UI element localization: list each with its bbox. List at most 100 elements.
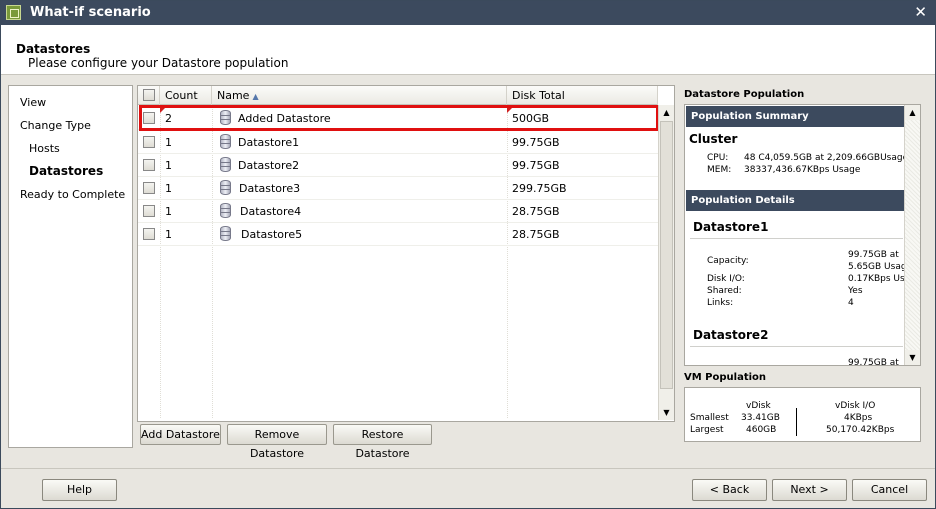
- ds1-capacity-value-2: 5.65GB Usag: [848, 262, 907, 272]
- row-checkbox[interactable]: [143, 228, 155, 240]
- ds1-capacity-label: Capacity:: [707, 256, 749, 266]
- column-divider: [796, 408, 797, 436]
- column-header-disk-total[interactable]: Disk Total: [507, 86, 658, 105]
- ds1-shared-label: Shared:: [707, 286, 742, 296]
- sort-ascending-icon: ▲: [252, 92, 259, 101]
- wizard-steps-nav: View Change Type Hosts Datastores Ready …: [8, 85, 133, 448]
- row-name: Datastore5: [241, 228, 303, 241]
- ds1-diskio-value: 0.17KBps Usa: [848, 274, 911, 284]
- add-datastore-button[interactable]: Add Datastore: [140, 424, 221, 445]
- datastore-table: Count Name ▲ Disk Total 2 Added Datastore…: [137, 85, 675, 422]
- mem-value: 38337,436.67KBps Usage: [744, 165, 861, 175]
- largest-vdisk-io-value: 50,170.42KBps: [826, 425, 895, 435]
- help-button[interactable]: Help: [42, 479, 117, 501]
- next-button[interactable]: Next >: [772, 479, 847, 501]
- row-disk-total: 28.75GB: [512, 228, 560, 241]
- cpu-label: CPU:: [707, 153, 729, 163]
- page-header: Datastores Please configure your Datasto…: [1, 25, 935, 75]
- row-name: Datastore1: [238, 136, 300, 149]
- window-title: What-if scenario: [30, 5, 151, 20]
- datastore-icon: [220, 134, 231, 149]
- row-name: Datastore4: [240, 205, 302, 218]
- page-title: Datastores: [16, 42, 91, 56]
- remove-datastore-button[interactable]: Remove Datastore: [227, 424, 327, 460]
- column-header-name[interactable]: Name ▲: [212, 86, 507, 105]
- title-bar: What-if scenario ✕: [1, 1, 935, 25]
- table-row[interactable]: 1 Datastore5 28.75GB: [138, 223, 658, 246]
- row-count: 1: [165, 136, 172, 149]
- mem-label: MEM:: [707, 165, 732, 175]
- app-icon: [6, 5, 21, 20]
- scroll-down-icon[interactable]: ▼: [659, 405, 674, 420]
- nav-item-ready-to-complete[interactable]: Ready to Complete: [20, 188, 125, 201]
- table-row[interactable]: 1 Datastore4 28.75GB: [138, 200, 658, 223]
- ds2-capacity-value-1: 99.75GB at: [848, 358, 899, 366]
- divider: [690, 346, 903, 347]
- column-header-count[interactable]: Count: [160, 86, 212, 105]
- datastore-icon: [220, 203, 231, 218]
- ds1-links-value: 4: [848, 298, 854, 308]
- datastore-icon: [220, 180, 231, 195]
- vm-population-panel: vDisk vDisk I/O Smallest 33.41GB 4KBps L…: [684, 387, 921, 442]
- close-icon[interactable]: ✕: [914, 3, 927, 21]
- page-subtitle: Please configure your Datastore populati…: [28, 56, 289, 70]
- table-row[interactable]: 1 Datastore2 99.75GB: [138, 154, 658, 177]
- row-count: 1: [165, 159, 172, 172]
- row-checkbox[interactable]: [143, 205, 155, 217]
- smallest-vdisk-io-value: 4KBps: [844, 413, 873, 423]
- cluster-label: Cluster: [689, 132, 738, 146]
- scroll-thumb[interactable]: [660, 121, 673, 389]
- population-summary-header: Population Summary: [686, 106, 905, 127]
- row-disk-total: 99.75GB: [512, 136, 560, 149]
- smallest-vdisk-value: 33.41GB: [741, 413, 780, 423]
- vm-population-title: VM Population: [684, 372, 767, 383]
- row-disk-total: 99.75GB: [512, 159, 560, 172]
- ds1-links-label: Links:: [707, 298, 734, 308]
- row-checkbox[interactable]: [143, 159, 155, 171]
- smallest-label: Smallest: [690, 413, 729, 423]
- back-button[interactable]: < Back: [692, 479, 767, 501]
- vdisk-header: vDisk: [746, 401, 771, 411]
- scroll-up-icon[interactable]: ▲: [659, 105, 674, 120]
- nav-item-view[interactable]: View: [20, 96, 46, 109]
- datastore-population-panel: Population Summary Cluster CPU: 48 C4,05…: [684, 104, 921, 366]
- column-header-name-label: Name: [217, 89, 250, 102]
- datastore-icon: [220, 157, 231, 172]
- row-disk-total: 299.75GB: [512, 182, 567, 195]
- selected-row-highlight: [139, 105, 659, 131]
- row-disk-total: 28.75GB: [512, 205, 560, 218]
- nav-item-change-type[interactable]: Change Type: [20, 119, 91, 132]
- population-scrollbar[interactable]: ▲ ▼: [904, 105, 920, 365]
- population-details-header: Population Details: [686, 190, 905, 211]
- datastore-population-title: Datastore Population: [684, 89, 805, 100]
- row-count: 1: [165, 182, 172, 195]
- largest-label: Largest: [690, 425, 724, 435]
- footer-divider: [1, 468, 935, 469]
- table-row[interactable]: 1 Datastore1 99.75GB: [138, 131, 658, 154]
- cancel-button[interactable]: Cancel: [852, 479, 927, 501]
- row-name: Datastore3: [239, 182, 301, 195]
- nav-item-hosts[interactable]: Hosts: [29, 142, 60, 155]
- nav-item-datastores[interactable]: Datastores: [29, 164, 103, 178]
- scroll-up-icon[interactable]: ▲: [905, 105, 920, 120]
- table-header: Count Name ▲ Disk Total: [138, 86, 658, 105]
- restore-datastore-button[interactable]: Restore Datastore: [333, 424, 432, 460]
- select-all-checkbox[interactable]: [143, 89, 155, 101]
- table-scrollbar[interactable]: ▲ ▼: [658, 105, 674, 420]
- header-select-cell: [138, 86, 160, 105]
- largest-vdisk-value: 460GB: [746, 425, 777, 435]
- ds1-diskio-label: Disk I/O:: [707, 274, 745, 284]
- row-count: 1: [165, 205, 172, 218]
- row-checkbox[interactable]: [143, 182, 155, 194]
- scroll-down-icon[interactable]: ▼: [905, 350, 920, 365]
- what-if-dialog: What-if scenario ✕ Datastores Please con…: [0, 0, 936, 509]
- ds1-capacity-value-1: 99.75GB at: [848, 250, 899, 260]
- divider: [690, 238, 903, 239]
- row-checkbox[interactable]: [143, 136, 155, 148]
- datastore-icon: [220, 226, 231, 241]
- row-count: 1: [165, 228, 172, 241]
- datastore1-title: Datastore1: [693, 220, 769, 234]
- datastore2-title: Datastore2: [693, 328, 769, 342]
- cpu-value: 48 C4,059.5GB at 2,209.66GBUsage: [744, 153, 909, 163]
- table-row[interactable]: 1 Datastore3 299.75GB: [138, 177, 658, 200]
